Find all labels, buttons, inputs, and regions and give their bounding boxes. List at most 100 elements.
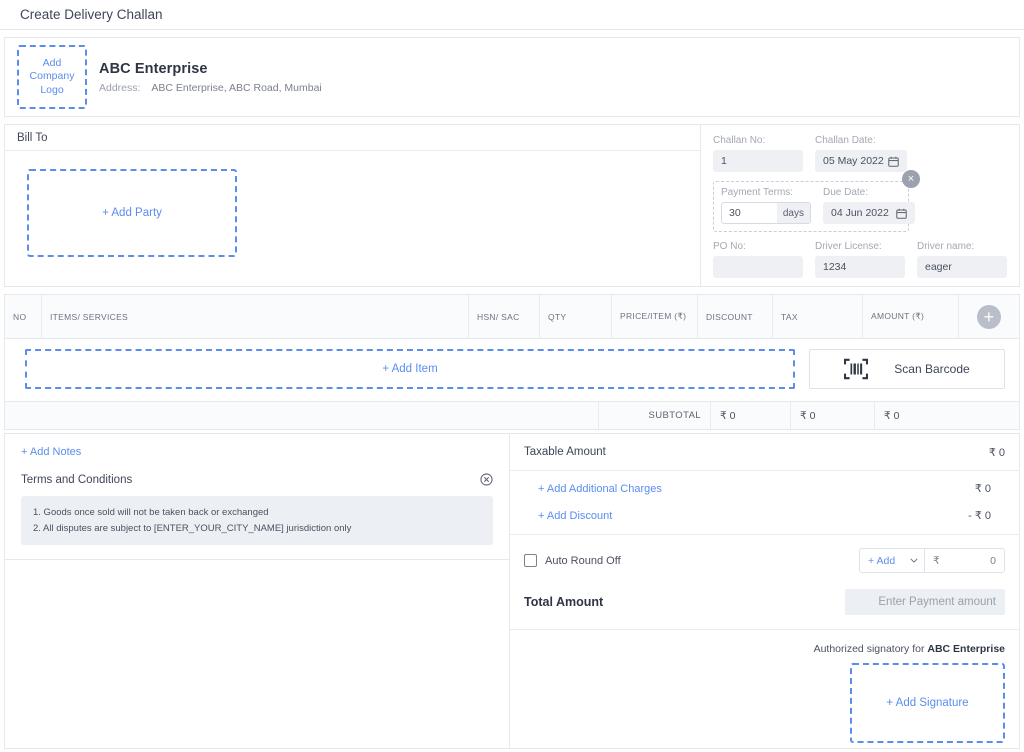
subtotal-cell-tax: ₹ 0 bbox=[790, 402, 874, 429]
add-notes-button[interactable]: + Add Notes bbox=[21, 446, 493, 458]
calendar-icon bbox=[896, 208, 907, 219]
challan-details-section: Challan No: 1 Challan Date: 05 May 2022 bbox=[701, 125, 1019, 286]
payment-terms-label: Payment Terms: bbox=[721, 187, 794, 198]
due-date-value: 04 Jun 2022 bbox=[831, 207, 889, 219]
challan-date-input[interactable]: 05 May 2022 bbox=[815, 150, 907, 172]
notes-panel-filler bbox=[5, 559, 509, 748]
discount-value: - ₹ 0 bbox=[968, 510, 991, 522]
taxable-amount-row: Taxable Amount ₹ 0 bbox=[510, 434, 1019, 471]
challan-row-1: Challan No: 1 Challan Date: 05 May 2022 bbox=[713, 135, 1007, 172]
lower-section: + Add Notes Terms and Conditions 1. Good… bbox=[4, 433, 1020, 749]
round-off-add-dropdown[interactable]: + Add bbox=[860, 549, 925, 572]
column-header-amount: AMOUNT (₹) bbox=[863, 295, 959, 338]
add-signature-button[interactable]: + Add Signature bbox=[850, 663, 1005, 743]
round-off-currency: ₹ bbox=[933, 554, 940, 567]
page-title: Create Delivery Challan bbox=[20, 7, 163, 22]
additional-charges-row: + Add Additional Charges ₹ 0 bbox=[524, 482, 1005, 496]
add-item-plus-icon[interactable]: + bbox=[977, 304, 1001, 329]
column-header-hsn: HSN/ SAC bbox=[469, 295, 540, 338]
taxable-amount-label: Taxable Amount bbox=[524, 446, 606, 458]
challan-date-field: Challan Date: 05 May 2022 bbox=[815, 135, 907, 172]
items-table-card: NO ITEMS/ SERVICES HSN/ SAC QTY PRICE/IT… bbox=[4, 294, 1020, 402]
driver-license-value: 1234 bbox=[823, 261, 847, 273]
driver-license-label: Driver License: bbox=[815, 241, 882, 252]
add-discount-button[interactable]: + Add Discount bbox=[538, 510, 612, 522]
company-header-card: Add Company Logo ABC Enterprise Address:… bbox=[4, 37, 1020, 117]
column-header-qty: QTY bbox=[540, 295, 612, 338]
add-column-cell: + bbox=[959, 295, 1019, 338]
auto-round-off-row: Auto Round Off + Add ₹ 0 bbox=[524, 548, 1005, 573]
auto-round-off-label: Auto Round Off bbox=[545, 554, 621, 567]
chevron-down-icon bbox=[910, 558, 918, 563]
due-date-label: Due Date: bbox=[823, 187, 869, 198]
auto-round-off-control[interactable]: Auto Round Off bbox=[524, 554, 621, 567]
po-no-label: PO No: bbox=[713, 241, 746, 252]
bill-to-heading: Bill To bbox=[5, 125, 700, 151]
charges-discount-section: + Add Additional Charges ₹ 0 + Add Disco… bbox=[510, 471, 1019, 535]
payment-terms-input[interactable]: 30 days bbox=[721, 202, 811, 224]
due-date-field: Due Date: 04 Jun 2022 bbox=[823, 187, 915, 224]
round-off-amount-value: 0 bbox=[990, 554, 996, 567]
page-header: Create Delivery Challan bbox=[0, 0, 1024, 30]
remove-payment-terms-icon[interactable]: × bbox=[902, 170, 920, 188]
round-off-total-section: Auto Round Off + Add ₹ 0 Total Amount En… bbox=[510, 535, 1019, 630]
subtotal-label: SUBTOTAL bbox=[598, 402, 710, 429]
due-date-input[interactable]: 04 Jun 2022 bbox=[823, 202, 915, 224]
calendar-icon bbox=[888, 156, 899, 167]
payment-terms-field: Payment Terms: 30 days bbox=[721, 187, 811, 224]
add-company-logo-label: Add Company Logo bbox=[29, 57, 75, 96]
driver-license-input[interactable]: 1234 bbox=[815, 256, 905, 278]
signature-pane: Authorized signatory for ABC Enterprise … bbox=[510, 630, 1019, 748]
add-party-label: + Add Party bbox=[102, 207, 162, 219]
subtotal-cell-price: ₹ 0 bbox=[710, 402, 790, 429]
subtotal-spacer bbox=[5, 402, 598, 429]
subtotal-cell-amount: ₹ 0 bbox=[874, 402, 1019, 429]
add-item-button[interactable]: + Add Item bbox=[25, 349, 795, 389]
scan-barcode-label: Scan Barcode bbox=[894, 362, 970, 376]
challan-no-label: Challan No: bbox=[713, 135, 766, 146]
round-off-amount-input[interactable]: ₹ 0 bbox=[925, 549, 1004, 572]
challan-date-value: 05 May 2022 bbox=[823, 155, 884, 167]
add-signature-label: + Add Signature bbox=[886, 697, 969, 709]
authorized-signatory-prefix: Authorized signatory for bbox=[813, 643, 928, 655]
company-name: ABC Enterprise bbox=[99, 60, 208, 77]
scan-barcode-button[interactable]: Scan Barcode bbox=[809, 349, 1005, 389]
notes-terms-panel: + Add Notes Terms and Conditions 1. Good… bbox=[4, 433, 509, 749]
add-party-button[interactable]: + Add Party bbox=[27, 169, 237, 257]
company-address-label: Address: bbox=[99, 81, 141, 94]
po-no-input[interactable] bbox=[713, 256, 803, 278]
subtotal-row: SUBTOTAL ₹ 0 ₹ 0 ₹ 0 bbox=[4, 402, 1020, 430]
add-additional-charges-button[interactable]: + Add Additional Charges bbox=[538, 483, 662, 495]
column-header-no: NO bbox=[5, 295, 42, 338]
bill-to-section: Bill To + Add Party bbox=[5, 125, 701, 286]
company-address: Address: ABC Enterprise, ABC Road, Mumba… bbox=[99, 82, 322, 94]
billto-challan-card: Bill To + Add Party Challan No: 1 Challa… bbox=[4, 124, 1020, 287]
add-item-label: + Add Item bbox=[382, 363, 438, 375]
driver-name-input[interactable]: eager bbox=[917, 256, 1007, 278]
challan-row-3: PO No: Driver License: 1234 Driver name:… bbox=[713, 241, 1007, 278]
driver-name-field: Driver name: eager bbox=[917, 241, 1007, 278]
authorized-signatory-company: ABC Enterprise bbox=[927, 643, 1005, 655]
payment-terms-unit: days bbox=[776, 203, 810, 223]
totals-panel: Taxable Amount ₹ 0 + Add Additional Char… bbox=[509, 433, 1020, 749]
payment-amount-input[interactable]: Enter Payment amount bbox=[845, 589, 1005, 615]
add-company-logo-button[interactable]: Add Company Logo bbox=[17, 45, 87, 109]
auto-round-off-checkbox[interactable] bbox=[524, 554, 537, 567]
terms-line-2: 2. All disputes are subject to [ENTER_YO… bbox=[33, 522, 352, 534]
challan-no-input[interactable]: 1 bbox=[713, 150, 803, 172]
payment-terms-group: × Payment Terms: 30 days Due Date: 04 Ju… bbox=[713, 170, 920, 232]
company-info: ABC Enterprise Address: ABC Enterprise, … bbox=[99, 61, 322, 94]
bill-to-body: + Add Party bbox=[5, 151, 700, 257]
company-address-value: ABC Enterprise, ABC Road, Mumbai bbox=[151, 81, 322, 94]
column-header-items: ITEMS/ SERVICES bbox=[42, 295, 469, 338]
column-header-price: PRICE/ITEM (₹) bbox=[612, 295, 698, 338]
items-table-header-row: NO ITEMS/ SERVICES HSN/ SAC QTY PRICE/IT… bbox=[5, 295, 1019, 339]
discount-row: + Add Discount - ₹ 0 bbox=[524, 509, 1005, 523]
remove-terms-icon[interactable] bbox=[480, 473, 493, 486]
terms-line-1: 1. Goods once sold will not be taken bac… bbox=[33, 507, 269, 518]
round-off-adjust-control: + Add ₹ 0 bbox=[859, 548, 1005, 573]
terms-textarea[interactable]: 1. Goods once sold will not be taken bac… bbox=[21, 496, 493, 546]
challan-no-field: Challan No: 1 bbox=[713, 135, 803, 172]
challan-no-value: 1 bbox=[721, 155, 727, 167]
barcode-icon bbox=[844, 358, 869, 380]
